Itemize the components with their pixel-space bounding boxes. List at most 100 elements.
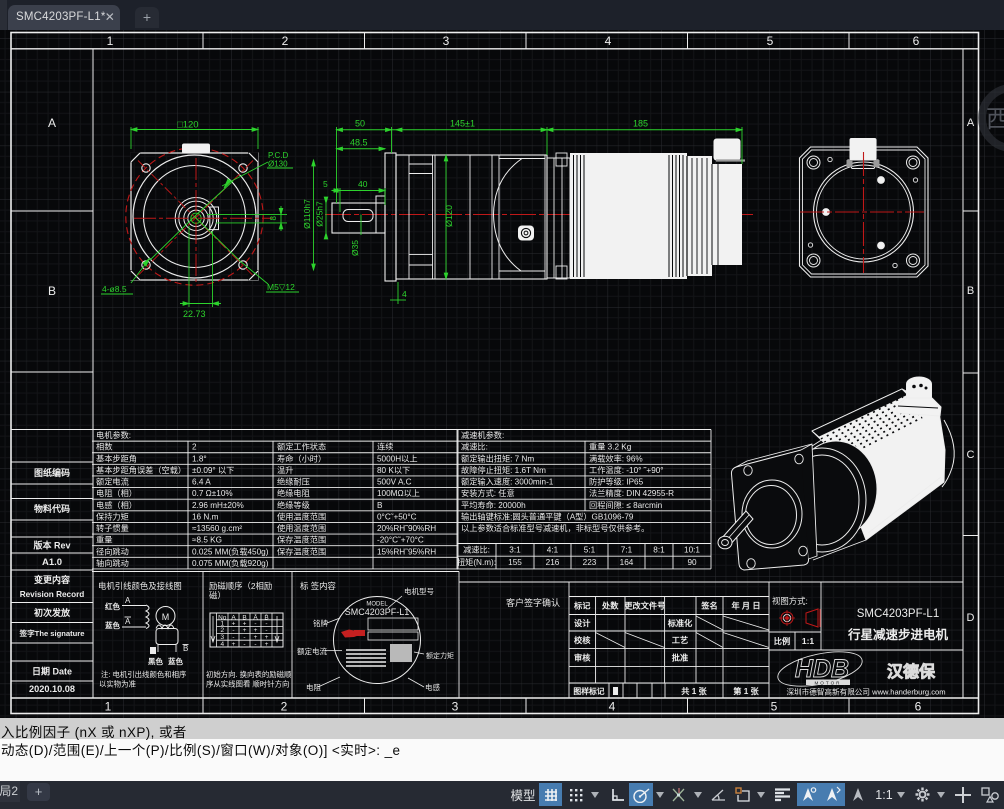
svg-text:Ø130: Ø130 [268,160,288,169]
svg-text:2: 2 [281,700,288,714]
svg-text:法兰精度: DIN 42955-R: 法兰精度: DIN 42955-R [589,488,674,498]
svg-text:185: 185 [633,119,648,129]
svg-text:8:1: 8:1 [653,546,665,555]
svg-text:磁）: 磁） [209,591,226,601]
svg-text:黑色: 黑色 [148,656,163,666]
svg-text:223: 223 [583,558,597,567]
svg-text:≈13560 g.cm²: ≈13560 g.cm² [192,524,242,533]
svg-text:以上参数适合标准型号减速机，非标型号仅供参考。: 以上参数适合标准型号减速机，非标型号仅供参考。 [461,523,649,533]
svg-text:C: C [967,449,975,461]
svg-text:处数: 处数 [601,601,619,611]
svg-text:Ø110h7: Ø110h7 [302,199,312,229]
svg-text:-: - [243,641,245,648]
svg-text:扭矩(N.m):: 扭矩(N.m): [457,557,496,567]
svg-text:4: 4 [605,34,612,48]
svg-text:批准: 批准 [672,653,688,663]
svg-text:转子惯量: 转子惯量 [96,523,129,533]
svg-text:基本步距角: 基本步距角 [96,453,137,463]
svg-text:2020.10.08: 2020.10.08 [29,684,75,694]
svg-text:1: 1 [107,34,114,48]
svg-text:绝缘耐压: 绝缘耐压 [277,477,310,487]
svg-text:Ø35: Ø35 [350,240,360,256]
svg-text:B: B [48,284,56,298]
svg-text:保存温度范围: 保存温度范围 [277,535,326,545]
svg-text:145±1: 145±1 [450,119,475,129]
svg-text:Ø120: Ø120 [444,205,454,227]
svg-text:变更内容: 变更内容 [34,574,70,585]
svg-text:Ø25h7: Ø25h7 [315,201,325,227]
svg-text:B: B [183,644,188,653]
svg-text:500V A.C: 500V A.C [377,478,412,487]
svg-text:A: A [125,596,131,605]
svg-text:标记: 标记 [573,601,591,611]
svg-text:≈8.5 KG: ≈8.5 KG [192,536,222,545]
svg-text:审核: 审核 [574,653,591,663]
svg-text:Revision Record: Revision Record [20,590,85,599]
svg-text:-: - [254,641,256,648]
svg-text:0.025 MM(负载450g): 0.025 MM(负载450g) [192,546,269,556]
svg-text:电感（相）: 电感（相） [96,500,137,510]
svg-text:3:1: 3:1 [509,546,521,555]
svg-text:80 K以下: 80 K以下 [377,466,410,475]
svg-text:额定电流: 额定电流 [297,646,327,656]
svg-text:励磁顺序（2相励: 励磁顺序（2相励 [209,581,272,591]
svg-text:B: B [967,285,974,297]
svg-text:5: 5 [767,34,774,48]
svg-text:16 N.m: 16 N.m [192,512,219,521]
svg-text:4: 4 [609,700,616,714]
svg-text:输出轴键标准:圆头普通平键（A型）GB1096-79: 输出轴键标准:圆头普通平键（A型）GB1096-79 [461,511,634,521]
svg-text:MOTOR: MOTOR [814,680,841,685]
svg-text:额定力矩: 额定力矩 [426,651,454,660]
svg-text:减速比:: 减速比: [461,442,488,452]
svg-text:径向跳动: 径向跳动 [96,546,129,556]
svg-text:6: 6 [915,700,922,714]
svg-text:共 1 张: 共 1 张 [681,686,707,696]
svg-text:A: A [48,116,56,130]
svg-text:设计: 设计 [574,618,591,628]
svg-text:使用温度范围: 使用温度范围 [277,511,326,521]
svg-text:使用温度范围: 使用温度范围 [277,523,326,533]
svg-text:减速机参数:: 减速机参数: [461,430,504,440]
svg-text:相数: 相数 [96,442,112,452]
svg-text:40: 40 [358,179,368,189]
svg-text:3: 3 [452,700,459,714]
svg-text:初始方向. 换向表的励磁顺: 初始方向. 换向表的励磁顺 [206,670,292,679]
svg-text:额定电流: 额定电流 [96,477,129,487]
svg-text:5: 5 [771,700,778,714]
svg-text:工艺: 工艺 [672,635,688,645]
svg-text:电机型号: 电机型号 [404,586,434,596]
svg-text:0.7 Ω±10%: 0.7 Ω±10% [192,489,233,498]
svg-text:红色: 红色 [105,601,120,611]
svg-text:SMC4203PF-L1: SMC4203PF-L1 [345,607,410,617]
svg-text:行星减速步进电机: 行星减速步进电机 [847,627,949,642]
svg-text:保存温度范围: 保存温度范围 [277,546,326,556]
svg-text:第 1 张: 第 1 张 [733,686,759,696]
svg-text:电机引线颜色及接线图: 电机引线颜色及接线图 [98,581,182,591]
svg-text:图纸编码: 图纸编码 [34,467,70,478]
svg-text:回程间隙: ≤ 8arcmin: 回程间隙: ≤ 8arcmin [589,500,663,510]
svg-text:M: M [162,612,170,622]
svg-text:额定输入速度: 3000min-1: 额定输入速度: 3000min-1 [461,477,554,487]
svg-text:温升: 温升 [277,466,293,475]
svg-text:防护等级: IP65: 防护等级: IP65 [589,477,644,487]
svg-text:额定工作状态: 额定工作状态 [277,442,326,452]
svg-text:初次发放: 初次发放 [34,607,71,618]
svg-text:1: 1 [105,700,112,714]
svg-text:标准化: 标准化 [667,618,693,628]
svg-text:22.73: 22.73 [183,309,206,319]
svg-text:A: A [967,117,975,129]
svg-text:蓝色: 蓝色 [105,620,120,630]
svg-text:寿命（小时）: 寿命（小时） [277,453,326,463]
svg-text:1.8°: 1.8° [192,454,207,463]
svg-text:±0.09° 以下: ±0.09° 以下 [192,466,234,475]
svg-text:注: 电机引出线颜色和相序: 注: 电机引出线颜色和相序 [101,670,187,679]
svg-text:更改文件号: 更改文件号 [624,601,665,611]
svg-text:重量: 重量 [96,535,112,545]
svg-text:A1.0: A1.0 [42,557,62,568]
svg-text:2: 2 [192,443,197,452]
svg-text:100MΩ以上: 100MΩ以上 [377,489,420,498]
svg-text:平均寿命: 20000h: 平均寿命: 20000h [461,500,526,510]
svg-text:M5▽12: M5▽12 [267,282,295,292]
svg-text:+: + [265,641,269,648]
svg-text:绝缘等级: 绝缘等级 [277,500,310,510]
